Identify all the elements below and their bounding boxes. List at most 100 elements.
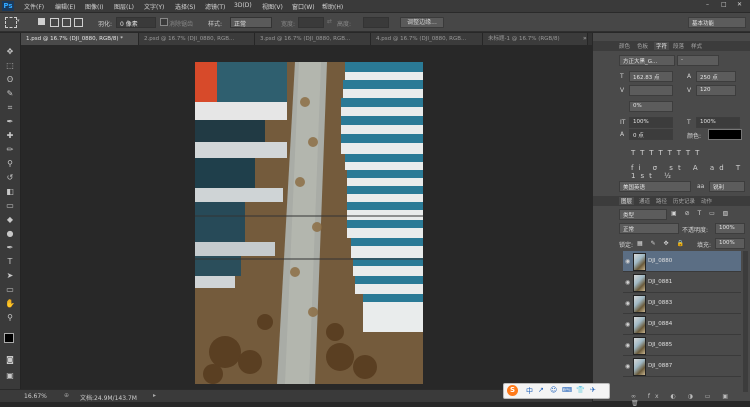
tab-character[interactable]: 字符 <box>654 42 670 50</box>
tab-color[interactable]: 颜色 <box>619 42 630 50</box>
fill-input[interactable]: 100% <box>715 238 745 249</box>
tab-untitled-1[interactable]: 未标题-1 @ 16.7% (RGB/8) <box>483 33 588 45</box>
style-select[interactable]: 正常 <box>230 17 272 28</box>
quick-select-tool-icon[interactable]: ✎ <box>5 89 15 98</box>
visibility-eye-icon[interactable]: ◉ <box>625 363 630 370</box>
menu-type[interactable]: 文字(Y) <box>144 2 164 11</box>
intersect-selection-icon[interactable] <box>74 18 83 27</box>
layer-row[interactable]: ◉ DJI_0885 <box>623 335 741 356</box>
lasso-tool-icon[interactable]: ʘ <box>5 75 15 84</box>
layer-row[interactable]: ◉ DJI_0880 <box>623 251 741 272</box>
text-color-swatch[interactable] <box>708 129 742 140</box>
font-style-select[interactable]: - <box>677 55 719 66</box>
layer-filter-select[interactable]: 类型 <box>619 209 667 220</box>
layer-row[interactable]: ◉ DJI_0884 <box>623 314 741 335</box>
menu-window[interactable]: 窗口(W) <box>292 2 315 11</box>
tab-layers[interactable]: 图层 <box>619 197 635 205</box>
text-style-buttons[interactable]: TTTTTTTT <box>631 149 704 157</box>
font-family-select[interactable]: 方正大黑_G... <box>619 55 675 66</box>
antialias-checkbox[interactable] <box>160 18 168 26</box>
tab-paths[interactable]: 路径 <box>656 197 667 205</box>
tab-document-3[interactable]: 3.psd @ 16.7% (DJI_0880, RGB... <box>255 33 371 45</box>
kerning-select[interactable] <box>629 85 673 96</box>
zoom-level[interactable]: 16.67% <box>24 393 47 400</box>
visibility-eye-icon[interactable]: ◉ <box>625 258 630 265</box>
swap-icon[interactable]: ⇄ <box>327 18 332 25</box>
more-tabs-icon[interactable]: » <box>583 35 587 42</box>
horizontal-scale-input[interactable]: 100% <box>696 117 740 128</box>
tracking-select[interactable]: 120 <box>696 85 736 96</box>
refine-edge-button[interactable]: 调整边缘... <box>400 17 444 28</box>
brush-tool-icon[interactable]: ✏ <box>5 145 15 154</box>
eyedropper-tool-icon[interactable]: ✒ <box>5 117 15 126</box>
blur-tool-icon[interactable]: ◆ <box>5 215 15 224</box>
layer-row[interactable]: ◉ DJI_0881 <box>623 272 741 293</box>
tab-styles[interactable]: 样式 <box>691 42 702 50</box>
tab-history[interactable]: 历史记录 <box>673 197 695 205</box>
layer-row[interactable]: ◉ DJI_0883 <box>623 293 741 314</box>
layer-row[interactable]: ◉ DJI_0887 <box>623 356 741 377</box>
visibility-eye-icon[interactable]: ◉ <box>625 342 630 349</box>
menu-help[interactable]: 帮助(H) <box>322 2 343 11</box>
close-button[interactable]: ✕ <box>737 1 742 8</box>
height-input[interactable] <box>363 17 389 28</box>
minimize-button[interactable]: – <box>706 1 709 8</box>
opacity-input[interactable]: 100% <box>715 223 745 234</box>
font-size-input[interactable]: 162.83 点 <box>629 71 673 82</box>
ime-punctuation-icon[interactable]: ↗ <box>538 386 544 394</box>
foreground-color-swatch[interactable] <box>4 333 14 343</box>
menu-filter[interactable]: 滤镜(T) <box>205 2 225 11</box>
menu-3d[interactable]: 3D(D) <box>234 2 252 9</box>
vertical-scale-input[interactable]: 100% <box>629 117 673 128</box>
pen-tool-icon[interactable]: ✒ <box>5 243 15 252</box>
ime-emoji-icon[interactable]: ☺ <box>550 386 557 394</box>
marquee-tool-preset-icon[interactable] <box>5 17 17 28</box>
tab-swatches[interactable]: 色板 <box>637 42 648 50</box>
tab-channels[interactable]: 通道 <box>639 197 650 205</box>
visibility-eye-icon[interactable]: ◉ <box>625 321 630 328</box>
visibility-eye-icon[interactable]: ◉ <box>625 300 630 307</box>
opentype-buttons[interactable]: fi σ st A ad T 1st ½ <box>631 164 750 180</box>
menu-view[interactable]: 视图(V) <box>262 2 283 11</box>
ime-tools-icon[interactable]: ✈ <box>590 386 596 394</box>
blend-mode-select[interactable]: 正常 <box>619 223 679 234</box>
chevron-down-icon[interactable]: ▾ <box>17 18 20 24</box>
type-tool-icon[interactable]: T <box>5 257 15 266</box>
move-tool-icon[interactable]: ✥ <box>5 47 15 56</box>
ime-language-toggle[interactable]: 中 <box>526 386 533 396</box>
menu-select[interactable]: 选择(S) <box>175 2 196 11</box>
visibility-eye-icon[interactable]: ◉ <box>625 279 630 286</box>
zoom-tool-icon[interactable]: ⚲ <box>5 313 15 322</box>
hand-tool-icon[interactable]: ✋ <box>5 299 15 308</box>
layers-scrollbar[interactable] <box>743 251 748 392</box>
menu-file[interactable]: 文件(F) <box>24 2 44 11</box>
gradient-tool-icon[interactable]: ▭ <box>5 201 15 210</box>
dodge-tool-icon[interactable]: ● <box>5 229 15 238</box>
menu-edit[interactable]: 编辑(E) <box>55 2 75 11</box>
document-canvas[interactable] <box>21 45 592 389</box>
tab-document-1[interactable]: 1.psd @ 16.7% (DJI_0880, RGB/8) * <box>21 33 139 45</box>
clone-stamp-tool-icon[interactable]: ⚲ <box>5 159 15 168</box>
healing-brush-tool-icon[interactable]: ✚ <box>5 131 15 140</box>
quick-mask-icon[interactable]: ◙ <box>5 355 15 364</box>
subtract-selection-icon[interactable] <box>62 18 71 27</box>
baseline-scale-select[interactable]: 0% <box>629 101 673 112</box>
maximize-button[interactable]: □ <box>721 1 727 8</box>
ime-skin-icon[interactable]: 👕 <box>576 386 585 394</box>
crop-tool-icon[interactable]: ⌗ <box>5 103 15 112</box>
path-selection-tool-icon[interactable]: ➤ <box>5 271 15 280</box>
status-info-icon[interactable]: ⊕ <box>64 392 69 399</box>
tab-document-2[interactable]: 2.psd @ 16.7% (DJI_0880, RGB... <box>139 33 255 45</box>
width-input[interactable] <box>298 17 324 28</box>
lock-icons[interactable]: ▦ ✎ ✥ 🔒 <box>637 240 687 247</box>
ime-keyboard-icon[interactable]: ⌨ <box>562 386 572 394</box>
status-menu-arrow-icon[interactable]: ▸ <box>153 392 156 399</box>
eraser-tool-icon[interactable]: ◧ <box>5 187 15 196</box>
menu-image[interactable]: 图像(I) <box>85 2 103 11</box>
layer-filter-icons[interactable]: ▣ ⊘ T ▭ ▧ <box>671 210 731 217</box>
tab-actions[interactable]: 动作 <box>701 197 712 205</box>
marquee-tool-icon[interactable]: ⬚ <box>5 61 15 70</box>
new-selection-icon[interactable] <box>38 18 45 25</box>
ime-logo-icon[interactable]: S <box>507 385 518 396</box>
screen-mode-icon[interactable]: ▣ <box>5 371 15 380</box>
